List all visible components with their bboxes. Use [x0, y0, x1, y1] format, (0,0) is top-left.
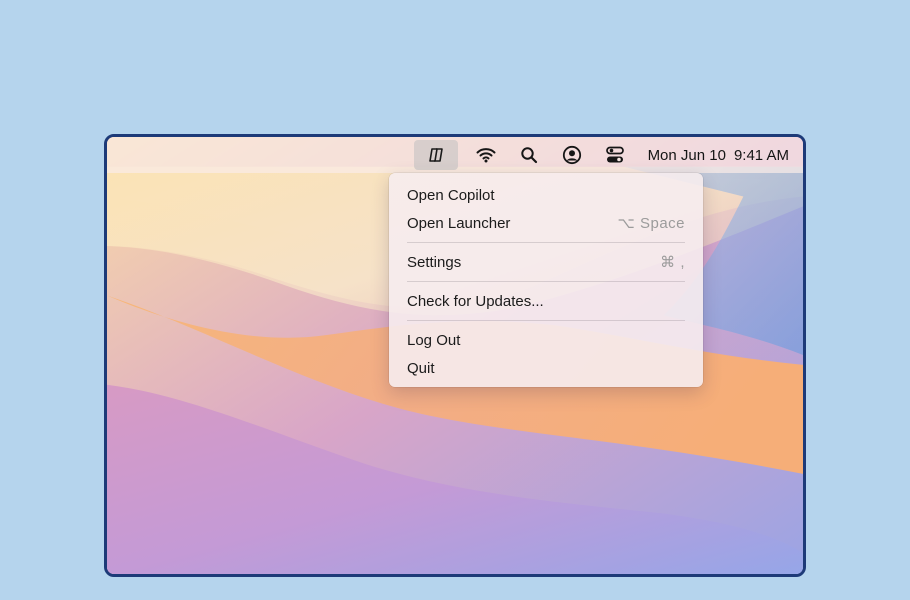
spotlight-menu-extra[interactable] [514, 140, 544, 170]
menu-item-label: Log Out [407, 331, 461, 349]
wifi-menu-extra[interactable] [471, 140, 501, 170]
menu-bar-clock[interactable]: Mon Jun 10 9:41 AM [648, 147, 789, 164]
menu-item-label: Settings [407, 253, 462, 271]
menu-item-label: Open Copilot [407, 186, 495, 204]
clock-time: 9:41 AM [733, 146, 789, 164]
copilot-dropdown-menu: Open Copilot Open Launcher ⌥ Space Setti… [389, 173, 703, 387]
menu-item-log-out[interactable]: Log Out [407, 326, 685, 354]
menu-item-label: Open Launcher [407, 214, 511, 232]
menu-separator [407, 281, 685, 282]
search-icon [520, 146, 538, 164]
menu-item-shortcut: ⌥ Space [617, 215, 685, 232]
clock-date: Mon Jun 10 [647, 146, 726, 164]
menu-item-open-launcher[interactable]: Open Launcher ⌥ Space [407, 209, 685, 237]
wifi-icon [476, 147, 496, 163]
control-center-icon [605, 146, 625, 164]
menu-item-label: Quit [407, 359, 435, 377]
menu-item-label: Check for Updates... [407, 292, 544, 310]
copilot-icon [426, 145, 446, 165]
desktop-screen: Mon Jun 10 9:41 AM Open Copilot Open Lau… [104, 134, 806, 577]
menu-item-check-for-updates[interactable]: Check for Updates... [407, 287, 685, 315]
menu-item-quit[interactable]: Quit [407, 354, 685, 382]
menu-item-open-copilot[interactable]: Open Copilot [407, 181, 685, 209]
menu-item-settings[interactable]: Settings ⌘ , [407, 248, 685, 276]
user-account-menu-extra[interactable] [557, 140, 587, 170]
menu-separator [407, 320, 685, 321]
user-account-icon [562, 145, 582, 165]
copilot-menu-extra[interactable] [413, 140, 458, 170]
menu-item-shortcut: ⌘ , [660, 254, 685, 271]
menu-separator [407, 242, 685, 243]
menu-bar: Mon Jun 10 9:41 AM [107, 137, 803, 173]
control-center-menu-extra[interactable] [600, 140, 630, 170]
